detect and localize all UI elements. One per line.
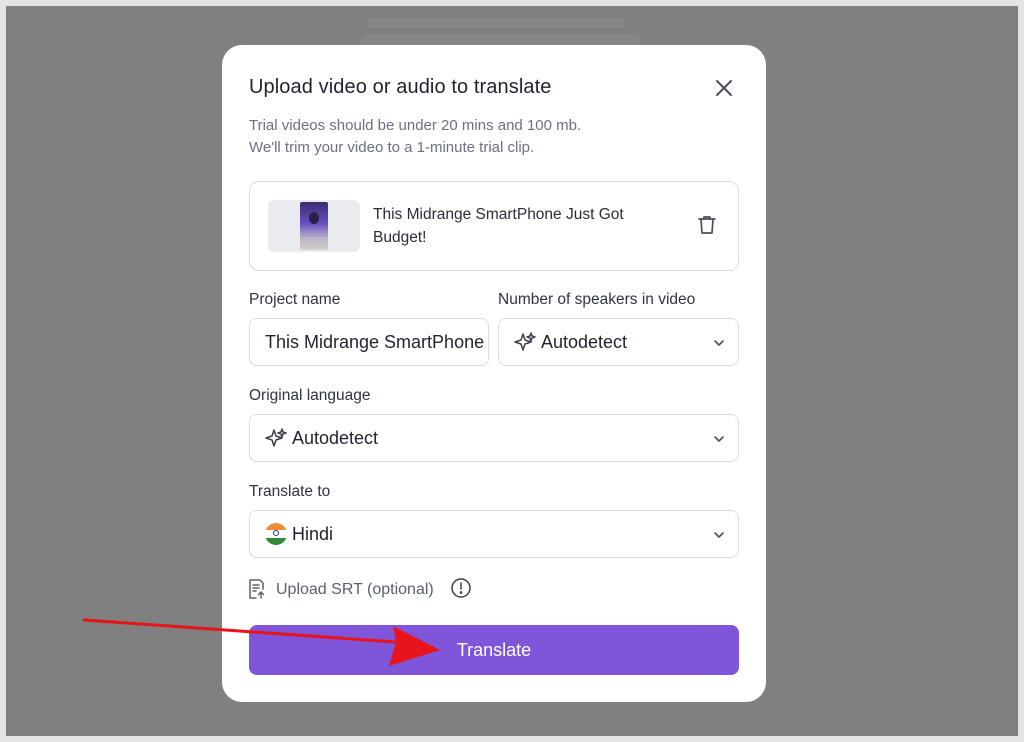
chevron-down-icon — [714, 340, 724, 346]
translate-to-select[interactable]: Hindi — [249, 510, 739, 558]
trash-icon — [698, 216, 716, 234]
subtitle-line: We'll trim your video to a 1-minute tria… — [249, 139, 535, 156]
info-icon[interactable] — [450, 577, 472, 599]
project-name-label: Project name — [249, 291, 341, 308]
original-language-value: Autodetect — [292, 428, 379, 448]
upload-srt-label: Upload SRT (optional) — [276, 581, 434, 598]
translate-to-label: Translate to — [249, 483, 331, 500]
chevron-down-icon — [714, 532, 724, 538]
sparkle-icon — [265, 428, 287, 447]
dialog-title: Upload video or audio to translate — [249, 76, 552, 98]
thumbnail-image — [300, 202, 328, 250]
translate-button[interactable]: Translate — [249, 625, 739, 675]
speakers-select[interactable]: Autodetect — [498, 318, 739, 366]
translate-to-value: Hindi — [292, 524, 334, 544]
close-button[interactable] — [712, 76, 736, 100]
india-flag-icon — [265, 523, 287, 545]
project-name-field[interactable] — [249, 318, 489, 366]
chevron-down-icon — [714, 436, 724, 442]
delete-file-button[interactable] — [695, 213, 719, 237]
speakers-value: Autodetect — [541, 332, 628, 352]
uploaded-file-card: This Midrange SmartPhone Just Got Budget… — [249, 181, 739, 271]
file-name: This Midrange SmartPhone Just Got Budget… — [373, 206, 624, 246]
document-upload-icon — [249, 579, 265, 599]
subtitle-line: Trial videos should be under 20 mins and… — [249, 117, 582, 134]
thumbnail-subject — [309, 212, 319, 224]
sparkle-icon — [514, 332, 536, 351]
project-name-input[interactable] — [251, 320, 487, 364]
video-thumbnail — [268, 200, 360, 252]
speakers-label: Number of speakers in video — [498, 291, 696, 308]
original-language-label: Original language — [249, 387, 371, 404]
background-content — [366, 18, 626, 28]
upload-dialog: Upload video or audio to translate Trial… — [222, 45, 766, 702]
close-icon — [716, 80, 732, 96]
original-language-select[interactable]: Autodetect — [249, 414, 739, 462]
dialog-subtitle: Trial videos should be under 20 mins and… — [249, 115, 709, 159]
